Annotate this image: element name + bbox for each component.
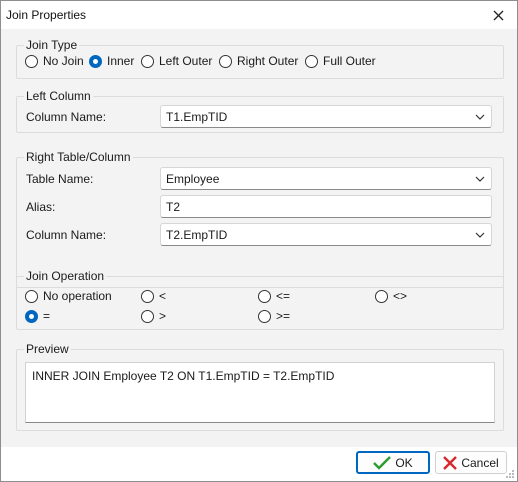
radio-label: > — [159, 309, 167, 323]
radio-button-icon — [141, 309, 154, 323]
join-type-legend: Join Type — [24, 38, 80, 52]
radio-button-icon — [258, 289, 271, 303]
right-column-name-label: Column Name: — [26, 228, 107, 242]
join-op-not-equal[interactable]: <> — [375, 288, 407, 304]
radio-button-icon — [375, 289, 388, 303]
join-operation-legend: Join Operation — [24, 269, 107, 283]
join-properties-dialog: Join Properties Join Type No Join Inner … — [0, 0, 518, 482]
alias-label: Alias: — [26, 200, 56, 214]
join-op-no-operation[interactable]: No operation — [25, 288, 112, 304]
radio-label: = — [43, 309, 51, 323]
resize-grip-icon[interactable] — [505, 469, 515, 479]
table-name-combo[interactable]: Employee — [160, 167, 492, 190]
radio-button-icon — [258, 309, 271, 323]
right-table-legend: Right Table/Column — [24, 150, 133, 164]
cancel-label: Cancel — [461, 455, 499, 470]
left-column-legend: Left Column — [24, 89, 93, 103]
combo-value: T1.EmpTID — [166, 109, 228, 124]
radio-label: Right Outer — [237, 54, 299, 68]
chevron-down-icon — [475, 114, 485, 120]
join-op-greater-than[interactable]: > — [141, 308, 166, 324]
join-type-left-outer[interactable]: Left Outer — [141, 53, 212, 69]
radio-label: <> — [393, 289, 408, 303]
radio-button-icon — [141, 54, 154, 68]
radio-label: <= — [276, 289, 291, 303]
join-op-less-than[interactable]: < — [141, 288, 166, 304]
dialog-footer: OK Cancel — [1, 447, 517, 481]
radio-button-icon — [25, 289, 38, 303]
radio-label: No Join — [43, 54, 84, 68]
radio-button-checked-icon — [89, 54, 102, 68]
window-title: Join Properties — [6, 8, 87, 22]
join-op-greater-equal[interactable]: >= — [258, 308, 290, 324]
combo-value: Employee — [166, 171, 220, 186]
title-bar: Join Properties — [1, 1, 517, 29]
ok-button[interactable]: OK — [356, 451, 430, 474]
join-type-full-outer[interactable]: Full Outer — [305, 53, 376, 69]
close-button[interactable] — [487, 4, 509, 26]
chevron-down-icon — [475, 176, 485, 182]
preview-text: INNER JOIN Employee T2 ON T1.EmpTID = T2… — [32, 369, 335, 383]
cancel-x-icon — [443, 455, 458, 470]
table-name-label: Table Name: — [26, 172, 94, 186]
right-column-name-combo[interactable]: T2.EmpTID — [160, 223, 492, 246]
join-type-no-join[interactable]: No Join — [25, 53, 84, 69]
left-column-name-combo[interactable]: T1.EmpTID — [160, 105, 492, 128]
radio-button-icon — [305, 54, 318, 68]
radio-label: No operation — [43, 289, 112, 303]
left-column-name-label: Column Name: — [26, 110, 107, 124]
join-op-equal[interactable]: = — [25, 308, 50, 324]
cancel-button[interactable]: Cancel — [435, 451, 507, 474]
radio-button-icon — [25, 54, 38, 68]
join-type-right-outer[interactable]: Right Outer — [219, 53, 298, 69]
radio-label: Inner — [107, 54, 135, 68]
radio-button-icon — [219, 54, 232, 68]
radio-button-checked-icon — [25, 309, 38, 323]
radio-label: Full Outer — [323, 54, 376, 68]
preview-legend: Preview — [24, 342, 71, 356]
combo-value: T2.EmpTID — [166, 227, 228, 242]
radio-label: Left Outer — [159, 54, 213, 68]
alias-input[interactable]: T2 — [160, 195, 492, 218]
alias-value: T2 — [166, 199, 181, 214]
ok-label: OK — [395, 455, 413, 470]
radio-button-icon — [141, 289, 154, 303]
radio-label: < — [159, 289, 167, 303]
preview-textarea[interactable]: INNER JOIN Employee T2 ON T1.EmpTID = T2… — [25, 362, 495, 423]
checkmark-icon — [373, 455, 392, 470]
chevron-down-icon — [475, 232, 485, 238]
close-icon — [493, 10, 503, 20]
radio-label: >= — [276, 309, 291, 323]
join-type-inner[interactable]: Inner — [89, 53, 134, 69]
join-op-less-equal[interactable]: <= — [258, 288, 290, 304]
